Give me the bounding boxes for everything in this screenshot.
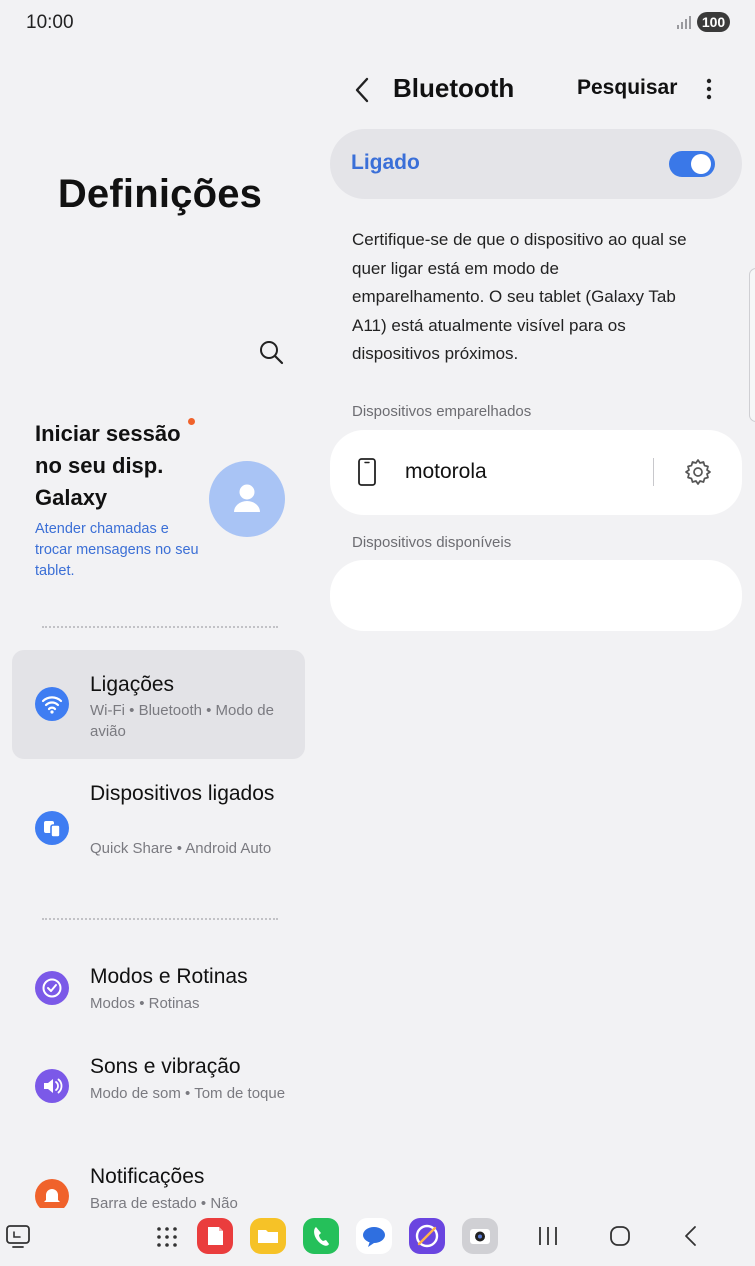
recents-button-icon[interactable] [536, 1222, 560, 1250]
device-name: motorola [405, 460, 487, 483]
smartphone-icon [358, 458, 376, 486]
menu-item-title: Sons e vibração [90, 1055, 241, 1078]
menu-item-ligacoes[interactable]: Ligações Wi-Fi • Bluetooth • Modo de avi… [12, 650, 305, 759]
divider [42, 626, 278, 628]
messages-app-icon[interactable] [356, 1218, 392, 1254]
more-options-icon[interactable] [698, 76, 720, 104]
person-icon [234, 484, 260, 512]
menu-item-sons-vibracao[interactable]: Sons e vibração Modo de som • Tom de toq… [12, 1045, 305, 1135]
bell-icon [35, 1179, 69, 1208]
paired-device-row[interactable] [330, 430, 742, 515]
menu-item-subtitle: Quick Share • Android Auto [90, 840, 272, 857]
menu-item-subtitle: Barra de estado • Não [90, 1195, 238, 1208]
internet-app-icon[interactable] [409, 1218, 445, 1254]
available-devices-header: Dispositivos disponíveis [352, 534, 512, 551]
status-time: 10:00 [26, 12, 74, 33]
menu-item-notificacoes[interactable]: Notificações Barra de estado • Não [12, 1155, 305, 1208]
connected-devices-icon [35, 811, 69, 845]
divider [653, 458, 654, 486]
scrollbar[interactable] [749, 268, 755, 422]
recent-apps-panel-icon[interactable] [4, 1222, 32, 1250]
notes-app-icon[interactable] [197, 1218, 233, 1254]
paired-devices-header: Dispositivos emparelhados [352, 403, 532, 420]
page-title: Bluetooth [393, 73, 515, 103]
account-signin-subtitle: Atender chamadas e trocar mensagens no s… [35, 521, 199, 579]
menu-item-dispositivos-ligados[interactable]: Dispositivos ligados Quick Share • Andro… [12, 779, 305, 889]
my-files-app-icon[interactable] [250, 1218, 286, 1254]
menu-item-title: Dispositivos ligados [90, 782, 275, 805]
app-drawer-icon[interactable] [156, 1226, 178, 1248]
menu-item-subtitle: Modo de som • Tom de toque [90, 1085, 286, 1102]
bluetooth-toggle-label: Ligado [351, 151, 420, 174]
modes-routines-icon [35, 971, 69, 1005]
toggle-knob [691, 154, 711, 174]
menu-item-title: Modos e Rotinas [90, 965, 248, 988]
menu-item-title: Notificações [90, 1165, 205, 1188]
phone-app-icon[interactable] [303, 1218, 339, 1254]
gear-icon[interactable] [683, 457, 713, 487]
notification-dot [188, 418, 195, 425]
search-icon[interactable] [257, 338, 285, 366]
menu-item-modos-rotinas[interactable]: Modos e Rotinas Modos • Rotinas [12, 955, 305, 1027]
divider [42, 918, 278, 920]
back-arrow-icon[interactable] [350, 74, 374, 106]
wifi-icon [35, 687, 69, 721]
volume-icon [35, 1069, 69, 1103]
available-devices-list [330, 560, 742, 631]
scan-button[interactable]: Pesquisar [577, 76, 677, 100]
menu-item-title: Ligações [90, 673, 175, 696]
signal-icon [677, 16, 691, 29]
bluetooth-description: Certifique-se de que o dispositivo ao qu… [352, 230, 687, 363]
menu-item-subtitle: Wi-Fi • Bluetooth • Modo de avião [90, 702, 274, 740]
avatar[interactable] [209, 461, 285, 537]
home-button-icon[interactable] [606, 1222, 634, 1250]
menu-item-subtitle: Modos • Rotinas [90, 995, 200, 1012]
camera-app-icon[interactable] [462, 1218, 498, 1254]
account-signin-title[interactable]: Iniciar sessão no seu disp. Galaxy [35, 418, 210, 514]
back-button-icon[interactable] [679, 1222, 703, 1250]
battery-indicator: 100 [697, 12, 730, 32]
settings-title: Definições [57, 172, 263, 216]
